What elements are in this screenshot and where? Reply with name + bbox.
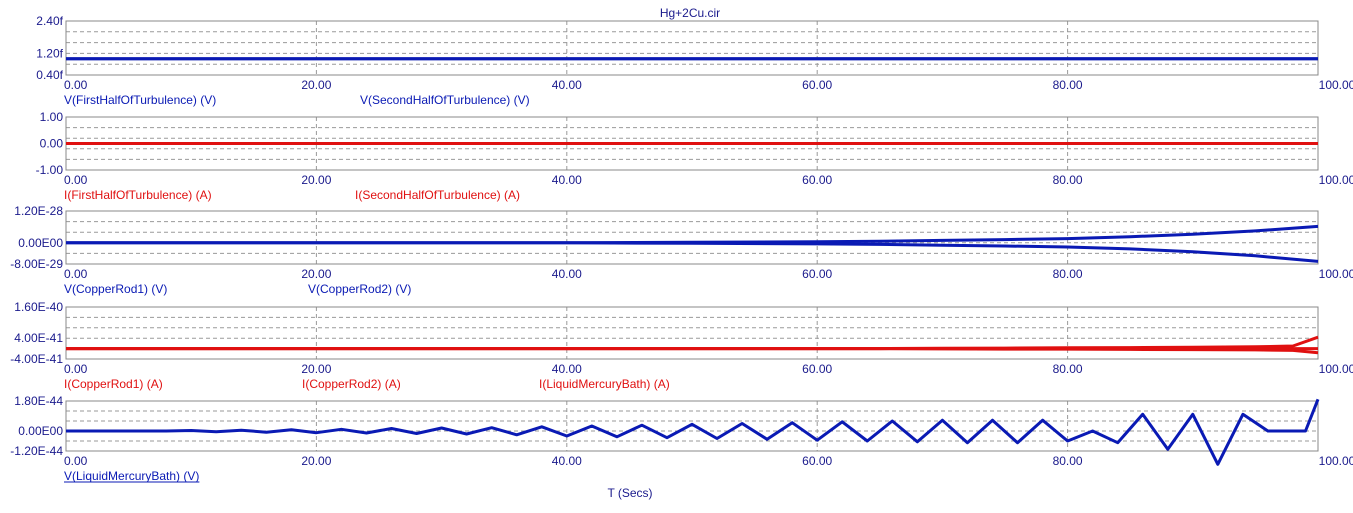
y-tick-label: 1.20E-28	[14, 204, 63, 218]
x-tick-label: 20.00	[301, 173, 331, 187]
series-legend-label: V(CopperRod1) (V)	[64, 282, 167, 296]
series-line	[66, 335, 1319, 351]
x-tick-label: 0.00	[64, 173, 88, 187]
y-tick-label: -1.20E-44	[10, 444, 63, 458]
x-tick-label: 0.00	[64, 362, 88, 376]
plot-panel-1: 2.40f 1.20f 0.40f0.00 20.00 40.00 60.00 80.00 1…	[36, 14, 1353, 107]
analysis-plot: Hg+2Cu.cir T (Secs) 2.40f1.20f0.40f0.00 2…	[10, 6, 1353, 500]
y-tick-label: 0.40f	[36, 68, 63, 82]
series-legend-label: I(CopperRod2) (A)	[302, 377, 401, 391]
x-tick-label: 60.00	[802, 362, 832, 376]
x-tick-label: 60.00	[802, 78, 832, 92]
x-tick-label: 0.00	[64, 267, 88, 281]
series-legend-label: V(CopperRod2) (V)	[308, 282, 411, 296]
x-tick-label: 60.00	[802, 267, 832, 281]
plot-panel-3: 1.20E-28 0.00E00 -8.00E-290.00 20.00 40.00 60…	[10, 204, 1353, 296]
y-tick-label: 2.40f	[36, 14, 63, 28]
y-tick-label: 1.80E-44	[14, 394, 63, 408]
x-tick-label: 80.00	[1053, 78, 1083, 92]
series-line	[66, 398, 1320, 466]
y-tick-label: -1.00	[36, 163, 64, 177]
x-tick-label: 40.00	[552, 267, 582, 281]
x-tick-label: 20.00	[301, 78, 331, 92]
x-tick-label: 20.00	[301, 267, 331, 281]
x-tick-label: 0.00	[64, 78, 88, 92]
plot-panel-5: 1.80E-44 0.00E00 -1.20E-440.00 20.00 40.00 60…	[10, 394, 1353, 483]
x-axis-label: T (Secs)	[607, 486, 652, 500]
series-legend-label: I(FirstHalfOfTurbulence) (A)	[64, 188, 212, 202]
x-tick-label: 40.00	[552, 78, 582, 92]
x-tick-label: 40.00	[552, 454, 582, 468]
x-tick-label: 100.00	[1319, 454, 1353, 468]
plot-panel-4: 1.60E-40 4.00E-41 -4.00E-410.00 20.00 40.00 6…	[10, 300, 1353, 391]
y-tick-label: 1.20f	[36, 46, 63, 60]
y-tick-label: 1.60E-40	[14, 300, 63, 314]
x-tick-label: 80.00	[1053, 267, 1083, 281]
series-legend-label: I(CopperRod1) (A)	[64, 377, 163, 391]
plot-panel-2: 1.000.00-1.000.00 20.00 40.00 60.00 80.00 100…	[36, 110, 1353, 202]
x-tick-label: 60.00	[802, 173, 832, 187]
series-line	[66, 241, 1319, 263]
x-tick-label: 100.00	[1319, 173, 1353, 187]
series-legend-label: V(LiquidMercuryBath) (V)	[64, 469, 199, 483]
series-legend-label: I(SecondHalfOfTurbulence) (A)	[355, 188, 520, 202]
y-tick-label: 0.00E00	[18, 424, 63, 438]
x-tick-label: 100.00	[1319, 78, 1353, 92]
series-legend-label: V(SecondHalfOfTurbulence) (V)	[360, 93, 530, 107]
x-tick-label: 100.00	[1319, 267, 1353, 281]
y-tick-label: -8.00E-29	[10, 257, 63, 271]
series-legend-label: V(FirstHalfOfTurbulence) (V)	[64, 93, 216, 107]
x-tick-label: 80.00	[1053, 173, 1083, 187]
x-tick-label: 20.00	[301, 362, 331, 376]
x-tick-label: 60.00	[802, 454, 832, 468]
x-tick-label: 100.00	[1319, 362, 1353, 376]
panel-frame	[65, 20, 1319, 76]
x-tick-label: 20.00	[301, 454, 331, 468]
y-tick-label: 4.00E-41	[14, 331, 63, 345]
y-tick-label: 1.00	[40, 110, 64, 124]
series-legend-label: I(LiquidMercuryBath) (A)	[539, 377, 670, 391]
x-tick-label: 40.00	[552, 362, 582, 376]
x-tick-label: 80.00	[1053, 362, 1083, 376]
series-line	[66, 224, 1319, 245]
x-tick-label: 80.00	[1053, 454, 1083, 468]
y-tick-label: 0.00E00	[18, 236, 63, 250]
x-tick-label: 0.00	[64, 454, 88, 468]
x-tick-label: 40.00	[552, 173, 582, 187]
chart-title: Hg+2Cu.cir	[660, 6, 720, 20]
panel-frame	[65, 306, 1319, 360]
y-tick-label: -4.00E-41	[10, 352, 63, 366]
y-tick-label: 0.00	[40, 137, 64, 151]
